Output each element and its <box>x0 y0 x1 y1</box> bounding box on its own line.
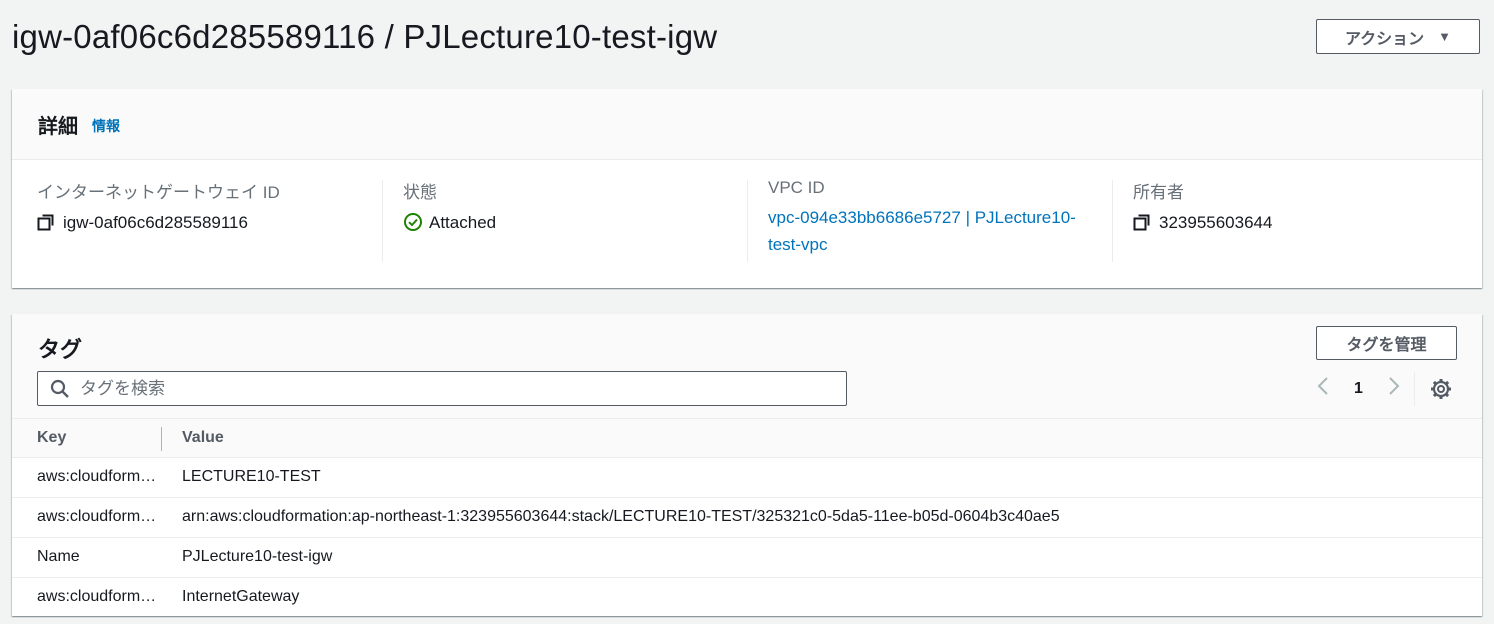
column-divider <box>1112 180 1113 262</box>
tags-heading: タグ <box>38 337 83 362</box>
table-row: aws:cloudformation:logical-id InternetGa… <box>12 578 1482 617</box>
table-row: aws:cloudformation:stack-id arn:aws:clou… <box>12 498 1482 538</box>
vpc-id-field: VPC ID vpc-094e33bb6686e5727 | PJLecture… <box>768 178 1098 258</box>
column-divider <box>747 180 748 262</box>
tag-key: aws:cloudformation:stack-id <box>37 508 157 525</box>
igw-id-value: igw-0af06c6d285589116 <box>63 213 248 232</box>
tag-value: InternetGateway <box>182 588 300 605</box>
actions-dropdown-button[interactable]: アクション ▼ <box>1316 19 1480 54</box>
column-header-key[interactable]: Key <box>37 429 66 447</box>
state-value: Attached <box>429 213 497 232</box>
table-header: Key Value <box>12 419 1482 458</box>
info-link[interactable]: 情報 <box>92 116 120 136</box>
state-field: 状態 Attached <box>403 178 743 236</box>
table-row: Name PJLecture10-test-igw <box>12 538 1482 578</box>
table-row: aws:cloudformation:stack-name LECTURE10-… <box>12 458 1482 498</box>
pager-divider <box>1414 372 1415 406</box>
tag-value: LECTURE10-TEST <box>182 468 321 485</box>
state-label: 状態 <box>403 183 437 202</box>
chevron-left-icon[interactable] <box>1312 376 1334 402</box>
details-panel: 詳細 情報 インターネットゲートウェイ ID igw-0af06c6d28558… <box>12 89 1482 288</box>
owner-value: 323955603644 <box>1159 213 1273 232</box>
tags-panel: タグ タグを管理 1 <box>12 314 1482 616</box>
igw-id-field: インターネットゲートウェイ ID igw-0af06c6d285589116 <box>37 178 377 236</box>
copy-icon[interactable] <box>1133 213 1151 231</box>
caret-down-icon: ▼ <box>1438 29 1452 44</box>
details-heading: 詳細 <box>38 115 78 138</box>
vpc-id-label: VPC ID <box>768 178 825 197</box>
page-title: igw-0af06c6d285589116 / PJLecture10-test… <box>12 18 718 55</box>
actions-label: アクション <box>1344 30 1425 48</box>
column-resizer[interactable] <box>161 427 162 451</box>
details-header: 詳細 情報 <box>12 89 1482 160</box>
copy-icon[interactable] <box>37 213 55 231</box>
tag-search-box[interactable] <box>37 371 847 406</box>
details-body: インターネットゲートウェイ ID igw-0af06c6d285589116 状… <box>12 160 1482 287</box>
vpc-id-link[interactable]: vpc-094e33bb6686e5727 | PJLecture10-test… <box>768 204 1098 258</box>
search-icon <box>50 379 69 398</box>
owner-field: 所有者 323955603644 <box>1133 178 1473 236</box>
manage-tags-button[interactable]: タグを管理 <box>1316 326 1457 360</box>
tag-value: PJLecture10-test-igw <box>182 548 333 565</box>
tag-search-input[interactable] <box>78 377 822 400</box>
tag-key: Name <box>37 548 80 565</box>
page-number[interactable]: 1 <box>1354 380 1363 398</box>
chevron-right-icon[interactable] <box>1383 376 1405 402</box>
pagination: 1 <box>1312 376 1405 402</box>
column-header-value[interactable]: Value <box>182 429 224 447</box>
tags-header: タグ タグを管理 1 <box>12 314 1482 419</box>
tag-value: arn:aws:cloudformation:ap-northeast-1:32… <box>182 508 1060 525</box>
owner-label: 所有者 <box>1133 183 1184 202</box>
column-divider <box>382 180 383 262</box>
igw-id-label: インターネットゲートウェイ ID <box>37 183 280 202</box>
tag-key: aws:cloudformation:logical-id <box>37 588 157 605</box>
check-circle-icon <box>404 213 422 231</box>
gear-icon[interactable] <box>1430 378 1452 400</box>
tag-key: aws:cloudformation:stack-name <box>37 468 157 485</box>
